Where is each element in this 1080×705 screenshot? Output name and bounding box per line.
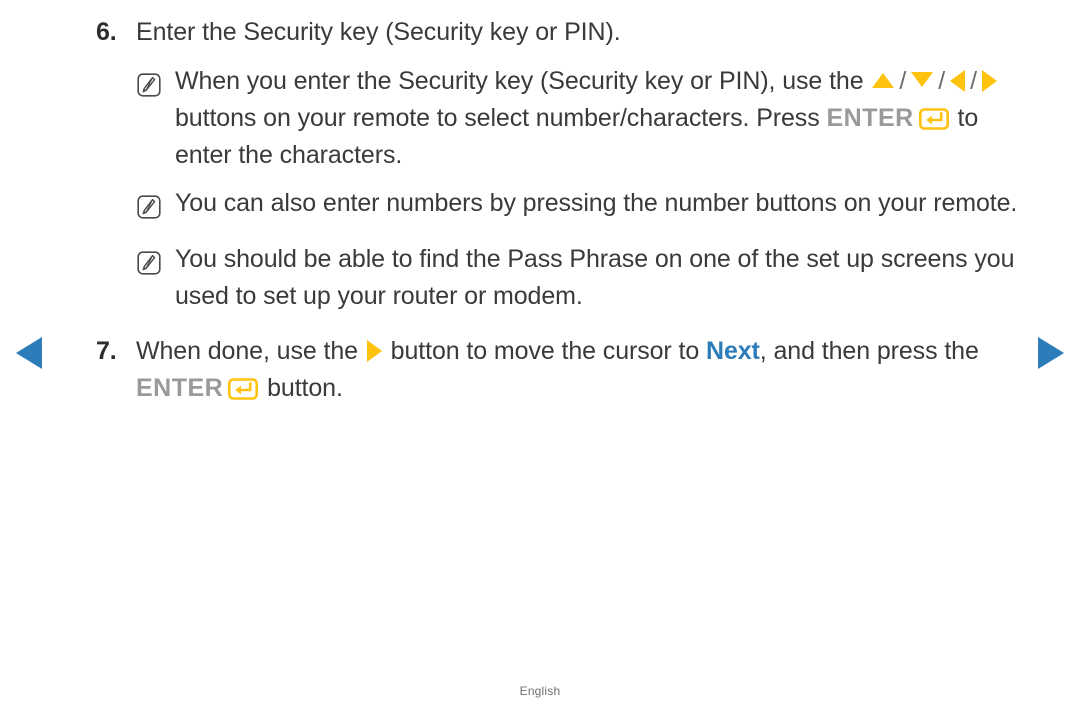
- enter-key-icon: [918, 107, 949, 131]
- step-text-part: When done, use the: [136, 337, 365, 365]
- note-text-part: buttons on your remote to select number/…: [175, 104, 827, 132]
- triangle-right-icon: [981, 70, 997, 92]
- separator: /: [938, 67, 946, 95]
- enter-keyword: ENTER: [826, 104, 914, 132]
- triangle-left-icon: [14, 336, 44, 370]
- enter-keyword: ENTER: [136, 374, 224, 402]
- step-6: 6. Enter the Security key (Security key …: [96, 14, 1026, 51]
- note-text: You should be able to find the Pass Phra…: [175, 245, 1015, 310]
- step-6-notes: When you enter the Security key (Securit…: [137, 63, 1026, 315]
- step-text-part: button.: [260, 374, 343, 402]
- step-text-part: button to move the cursor to: [383, 337, 706, 365]
- manual-content: 6. Enter the Security key (Security key …: [96, 14, 1026, 407]
- note-text-part: When you enter the Security key (Securit…: [175, 67, 871, 95]
- prev-page-button[interactable]: [6, 330, 52, 376]
- triangle-left-icon: [950, 70, 966, 92]
- triangle-up-icon: [872, 73, 895, 88]
- note-item: When you enter the Security key (Securit…: [137, 63, 1026, 174]
- note-pencil-icon: [137, 241, 175, 286]
- step-7-text: When done, use the button to move the cu…: [136, 333, 1026, 407]
- next-page-button[interactable]: [1028, 330, 1074, 376]
- note-pencil-icon: [137, 185, 175, 230]
- note-text: You can also enter numbers by pressing t…: [175, 189, 1018, 217]
- step-7-number: 7.: [96, 337, 117, 365]
- note-pencil-icon: [137, 63, 175, 108]
- next-keyword: Next: [706, 337, 760, 365]
- triangle-right-icon: [1036, 336, 1066, 370]
- footer-language: English: [519, 684, 561, 698]
- step-6-number: 6.: [96, 18, 117, 46]
- triangle-right-icon: [366, 340, 382, 362]
- separator: /: [970, 67, 977, 95]
- step-text-part: , and then press the: [759, 337, 979, 365]
- triangle-down-icon: [911, 72, 934, 87]
- note-text: When you enter the Security key (Securit…: [175, 63, 1026, 174]
- enter-key-icon: [228, 377, 259, 401]
- separator: /: [899, 67, 907, 95]
- step-7: 7. When done, use the button to move the…: [96, 333, 1026, 407]
- note-item: You should be able to find the Pass Phra…: [137, 241, 1026, 315]
- note-item: You can also enter numbers by pressing t…: [137, 185, 1026, 230]
- manual-page: 6. Enter the Security key (Security key …: [0, 0, 1080, 705]
- step-6-text: Enter the Security key (Security key or …: [136, 18, 621, 46]
